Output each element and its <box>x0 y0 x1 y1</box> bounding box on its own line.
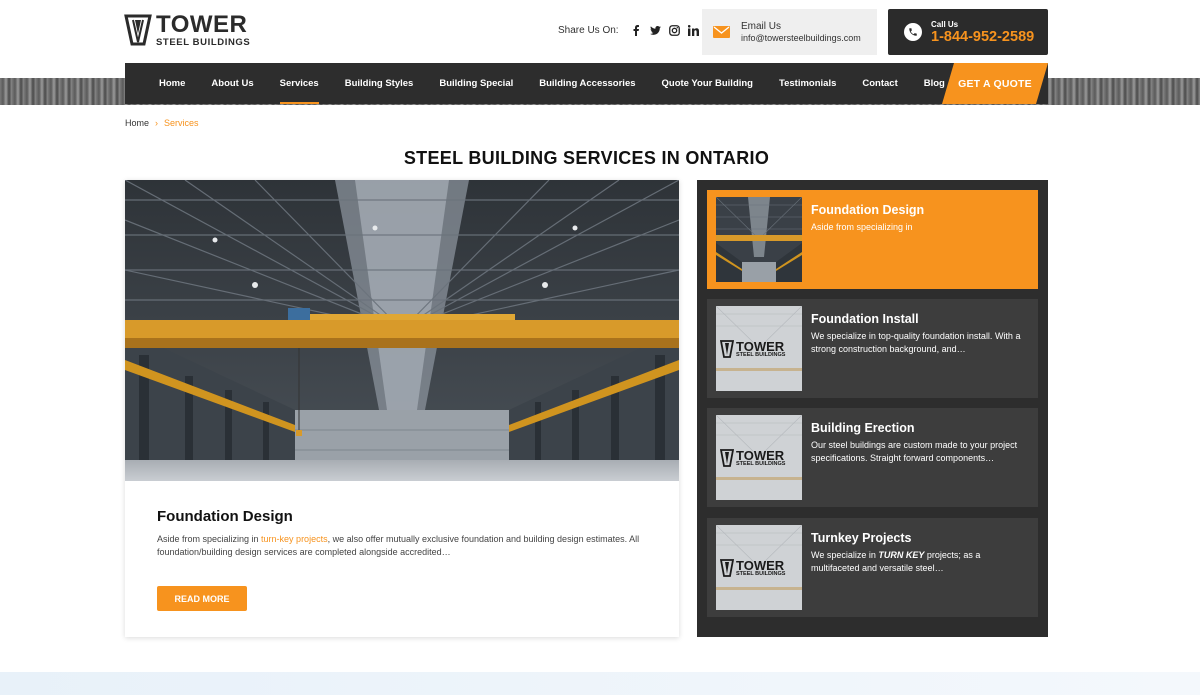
service-description: Aside from specializing in <box>811 222 913 232</box>
thumb-logo-tagline: STEEL BUILDINGS <box>736 570 786 577</box>
featured-service-card: Foundation Design Aside from specializin… <box>125 180 679 637</box>
logo-wordmark: TOWER <box>156 10 248 38</box>
nav-item-about-us[interactable]: About Us <box>198 63 266 104</box>
breadcrumb-home[interactable]: Home <box>125 118 149 128</box>
service-description: We specialize in top-quality foundation … <box>811 331 1021 354</box>
service-title: Turnkey Projects <box>811 531 912 545</box>
chevron-right-icon: › <box>155 118 159 128</box>
thumb-logo-wordmark: TOWER <box>736 338 785 354</box>
nav-item-home[interactable]: Home <box>125 63 198 104</box>
service-item-turnkey-projects[interactable]: TOWER STEEL BUILDINGS Turnkey Projects W… <box>707 518 1038 617</box>
description-text-start: We specialize in <box>811 550 879 560</box>
footer-band <box>0 672 1200 695</box>
breadcrumb: Home › Services <box>125 118 199 128</box>
email-address[interactable]: info@towersteelbuildings.com <box>741 33 861 43</box>
twitter-icon[interactable] <box>646 22 665 38</box>
thumb-logo-wordmark: TOWER <box>736 557 785 573</box>
page-title: STEEL BUILDING SERVICES IN ONTARIO <box>403 148 770 168</box>
services-sidebar: Foundation Design Aside from specializin… <box>697 180 1048 637</box>
main-navigation: Home About Us Services Building Styles B… <box>125 63 1048 104</box>
phone-number[interactable]: 1-844-952-2589 <box>931 29 1034 45</box>
call-label: Call Us <box>931 19 959 29</box>
phone-icon <box>904 23 922 41</box>
service-item-building-erection[interactable]: TOWER STEEL BUILDINGS Building Erection … <box>707 408 1038 507</box>
nav-item-services[interactable]: Services <box>267 63 332 104</box>
facebook-icon[interactable] <box>627 22 646 38</box>
read-more-button[interactable]: READ MORE <box>157 586 247 611</box>
service-description: Our steel buildings are custom made to y… <box>811 440 1018 463</box>
instagram-icon[interactable] <box>665 22 684 38</box>
tower-logo-thumbnail: TOWER STEEL BUILDINGS <box>720 555 798 581</box>
service-description: We specialize in TURN KEY projects; as a… <box>811 549 1026 575</box>
call-contact[interactable]: Call Us 1-844-952-2589 <box>888 9 1048 55</box>
thumb-logo-wordmark: TOWER <box>736 447 785 463</box>
card-title: Foundation Design <box>157 508 293 525</box>
linkedin-icon[interactable] <box>684 22 703 38</box>
service-item-foundation-design[interactable]: Foundation Design Aside from specializin… <box>707 190 1038 289</box>
thumb-logo-tagline: STEEL BUILDINGS <box>736 351 786 358</box>
share-label: Share Us On: <box>558 24 619 36</box>
social-share: Share Us On: <box>558 22 703 38</box>
nav-item-building-special[interactable]: Building Special <box>426 63 526 104</box>
service-thumbnail: TOWER STEEL BUILDINGS <box>716 306 802 391</box>
turn-key-emphasis: TURN KEY <box>878 550 925 560</box>
nav-item-contact[interactable]: Contact <box>849 63 910 104</box>
service-item-foundation-install[interactable]: TOWER STEEL BUILDINGS Foundation Install… <box>707 299 1038 398</box>
service-title: Building Erection <box>811 421 915 435</box>
breadcrumb-current: Services <box>164 118 199 128</box>
nav-item-quote-your-building[interactable]: Quote Your Building <box>649 63 766 104</box>
card-excerpt: Aside from specializing in turn-key proj… <box>157 533 652 559</box>
turn-key-projects-link[interactable]: turn-key projects <box>261 534 328 544</box>
service-title: Foundation Install <box>811 312 919 326</box>
tower-logo-thumbnail: TOWER STEEL BUILDINGS <box>720 445 798 471</box>
email-contact[interactable]: Email Us info@towersteelbuildings.com <box>702 9 877 55</box>
service-thumbnail: TOWER STEEL BUILDINGS <box>716 415 802 500</box>
site-header: TOWER STEEL BUILDINGS Share Us On: Email… <box>0 0 1200 62</box>
excerpt-text-start: Aside from specializing in <box>157 534 262 544</box>
tower-logo-thumbnail: TOWER STEEL BUILDINGS <box>720 336 798 362</box>
email-label: Email Us <box>741 21 782 32</box>
tower-logo-icon <box>124 14 152 46</box>
site-logo[interactable]: TOWER STEEL BUILDINGS <box>124 12 256 48</box>
service-thumbnail <box>716 197 802 282</box>
warehouse-image[interactable] <box>125 180 679 481</box>
nav-item-testimonials[interactable]: Testimonials <box>766 63 849 104</box>
nav-item-building-accessories[interactable]: Building Accessories <box>526 63 648 104</box>
get-a-quote-button[interactable]: GET A QUOTE <box>942 63 1048 104</box>
thumb-logo-tagline: STEEL BUILDINGS <box>736 460 786 467</box>
envelope-icon <box>713 26 730 38</box>
logo-tagline: STEEL BUILDINGS <box>156 36 251 48</box>
nav-item-building-styles[interactable]: Building Styles <box>332 63 427 104</box>
service-thumbnail: TOWER STEEL BUILDINGS <box>716 525 802 610</box>
service-title: Foundation Design <box>811 203 925 217</box>
